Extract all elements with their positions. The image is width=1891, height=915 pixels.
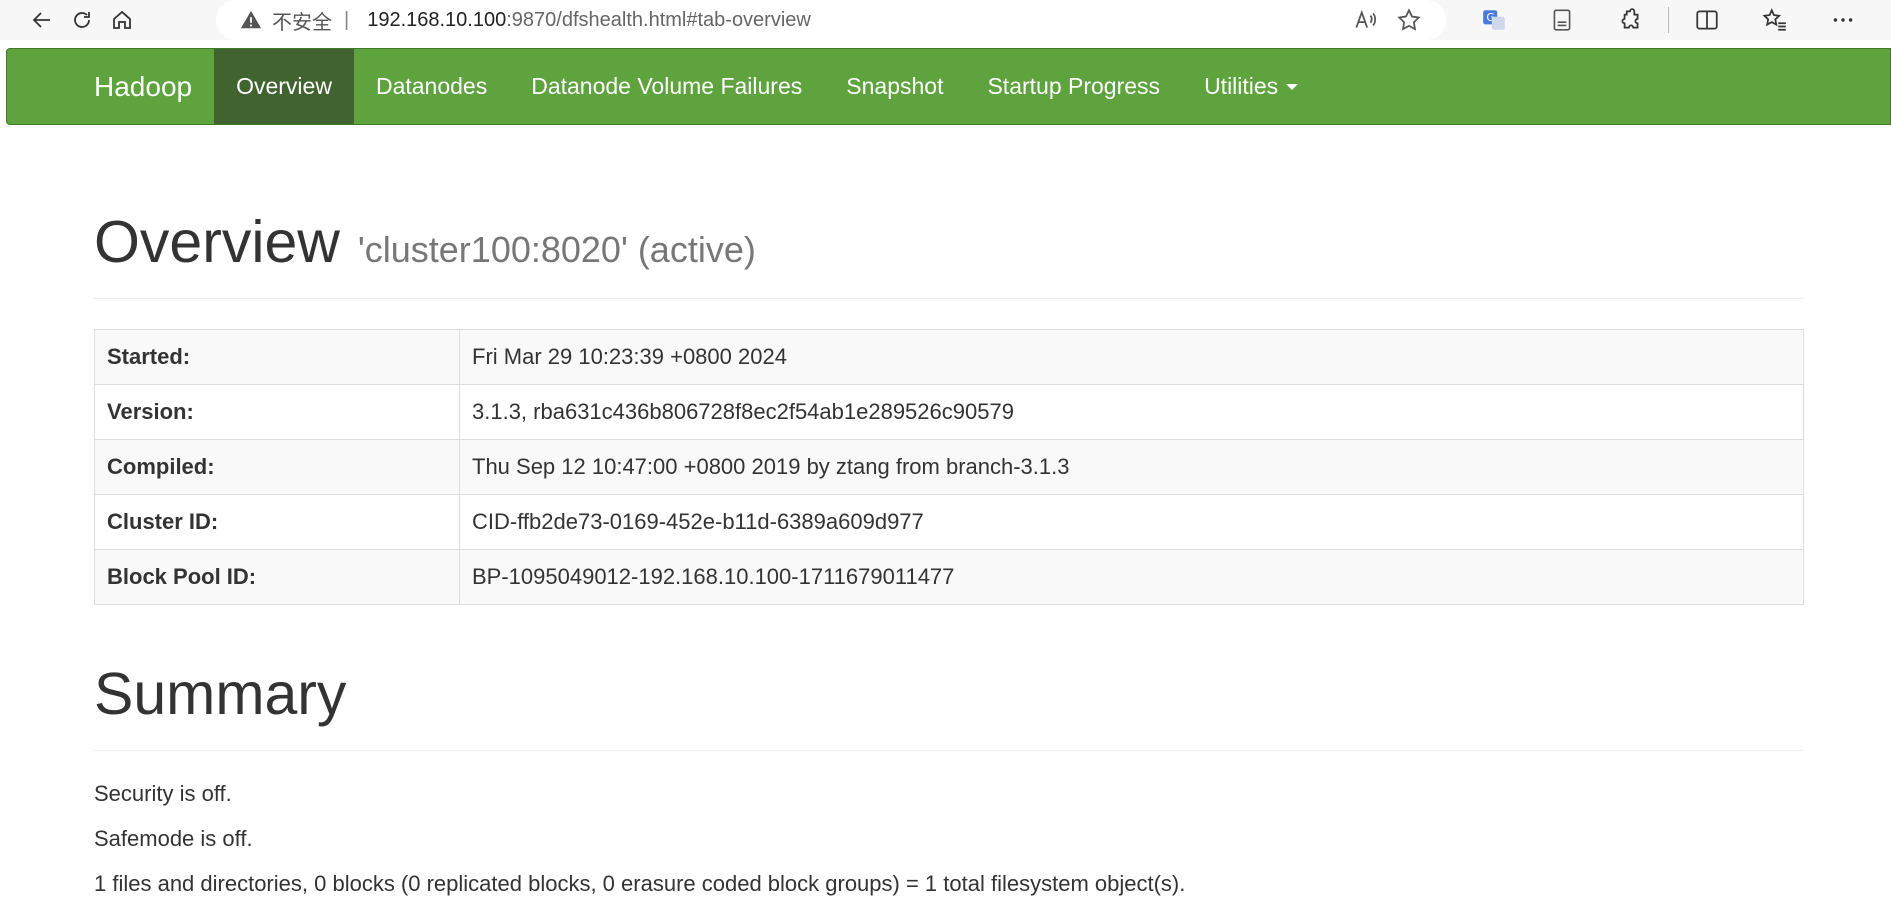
document-icon (1553, 9, 1571, 31)
row-key: Cluster ID: (94, 494, 460, 550)
summary-filesystem-objects: 1 files and directories, 0 blocks (0 rep… (94, 871, 1186, 896)
table-row: Started: Fri Mar 29 10:23:39 +0800 2024 (94, 329, 1804, 385)
address-bar[interactable]: 不安全 | 192.168.10.100:9870/dfshealth.html… (216, 0, 1446, 40)
row-key: Block Pool ID: (94, 549, 460, 605)
summary-header: Summary (94, 665, 1804, 751)
nav-overview[interactable]: Overview (214, 49, 354, 124)
row-value: 3.1.3, rba631c436b806728f8ec2f54ab1e2895… (459, 384, 1804, 440)
ellipsis-icon (1833, 18, 1853, 22)
extensions-button[interactable] (1596, 0, 1664, 40)
navbar-brand[interactable]: Hadoop (7, 49, 214, 124)
nav-snapshot[interactable]: Snapshot (824, 49, 965, 124)
nav-utilities-label: Utilities (1204, 73, 1279, 99)
browser-extensions: G (1460, 0, 1877, 40)
row-value: Fri Mar 29 10:23:39 +0800 2024 (459, 329, 1804, 385)
table-row: Version: 3.1.3, rba631c436b806728f8ec2f5… (94, 384, 1804, 440)
overview-header: Overview 'cluster100:8020' (active) (94, 213, 1804, 299)
table-row: Cluster ID: CID-ffb2de73-0169-452e-b11d-… (94, 494, 1804, 550)
overview-table: Started: Fri Mar 29 10:23:39 +0800 2024 … (94, 329, 1804, 605)
row-value: Thu Sep 12 10:47:00 +0800 2019 by ztang … (459, 439, 1804, 495)
favorites-icon (1762, 8, 1786, 31)
nav-datanodes[interactable]: Datanodes (354, 49, 509, 124)
overview-title: Overview (94, 209, 340, 275)
overview-subtitle: 'cluster100:8020' (active) (357, 229, 756, 270)
back-button[interactable] (22, 0, 62, 40)
nav-utilities-dropdown[interactable]: Utilities (1182, 49, 1320, 124)
home-button[interactable] (102, 0, 142, 40)
nav-datanode-volume-failures[interactable]: Datanode Volume Failures (509, 49, 824, 124)
puzzle-icon (1621, 8, 1639, 29)
caret-down-icon (1286, 83, 1299, 90)
row-key: Started: (94, 329, 460, 385)
toolbar-divider (1668, 7, 1669, 33)
summary-security: Security is off. (94, 781, 232, 806)
read-aloud-icon[interactable] (1352, 7, 1378, 33)
table-row: Compiled: Thu Sep 12 10:47:00 +0800 2019… (94, 439, 1804, 495)
browser-toolbar: 不安全 | 192.168.10.100:9870/dfshealth.html… (0, 0, 1891, 40)
split-screen-icon (1696, 10, 1718, 30)
split-screen-button[interactable] (1673, 0, 1741, 40)
summary-title: Summary (94, 661, 347, 727)
translate-button[interactable]: G (1460, 0, 1528, 40)
url-path: :9870/dfshealth.html#tab-overview (506, 8, 811, 31)
warning-icon (240, 10, 262, 29)
hadoop-navbar: Hadoop Overview Datanodes Datanode Volum… (6, 48, 1891, 125)
summary-safemode: Safemode is off. (94, 826, 253, 851)
address-separator: | (344, 8, 350, 31)
home-icon (113, 10, 131, 29)
row-key: Version: (94, 384, 460, 440)
security-label: 不安全 (272, 11, 332, 34)
row-key: Compiled: (94, 439, 460, 495)
refresh-button[interactable] (62, 0, 102, 40)
arrow-left-icon (32, 12, 50, 28)
main-content: Overview 'cluster100:8020' (active) Star… (94, 125, 1804, 906)
star-icon[interactable] (1396, 7, 1422, 33)
address-bar-actions (1352, 0, 1422, 40)
url-host: 192.168.10.100 (367, 8, 507, 31)
favorites-button[interactable] (1741, 0, 1809, 40)
table-row: Block Pool ID: BP-1095049012-192.168.10.… (94, 549, 1804, 605)
nav-startup-progress[interactable]: Startup Progress (965, 49, 1182, 124)
row-value: BP-1095049012-192.168.10.100-17116790114… (459, 549, 1804, 605)
refresh-icon (74, 12, 90, 28)
row-value: CID-ffb2de73-0169-452e-b11d-6389a609d977 (459, 494, 1804, 550)
translate-icon: G (1483, 10, 1505, 30)
more-menu-button[interactable] (1809, 0, 1877, 40)
reading-mode-button[interactable] (1528, 0, 1596, 40)
